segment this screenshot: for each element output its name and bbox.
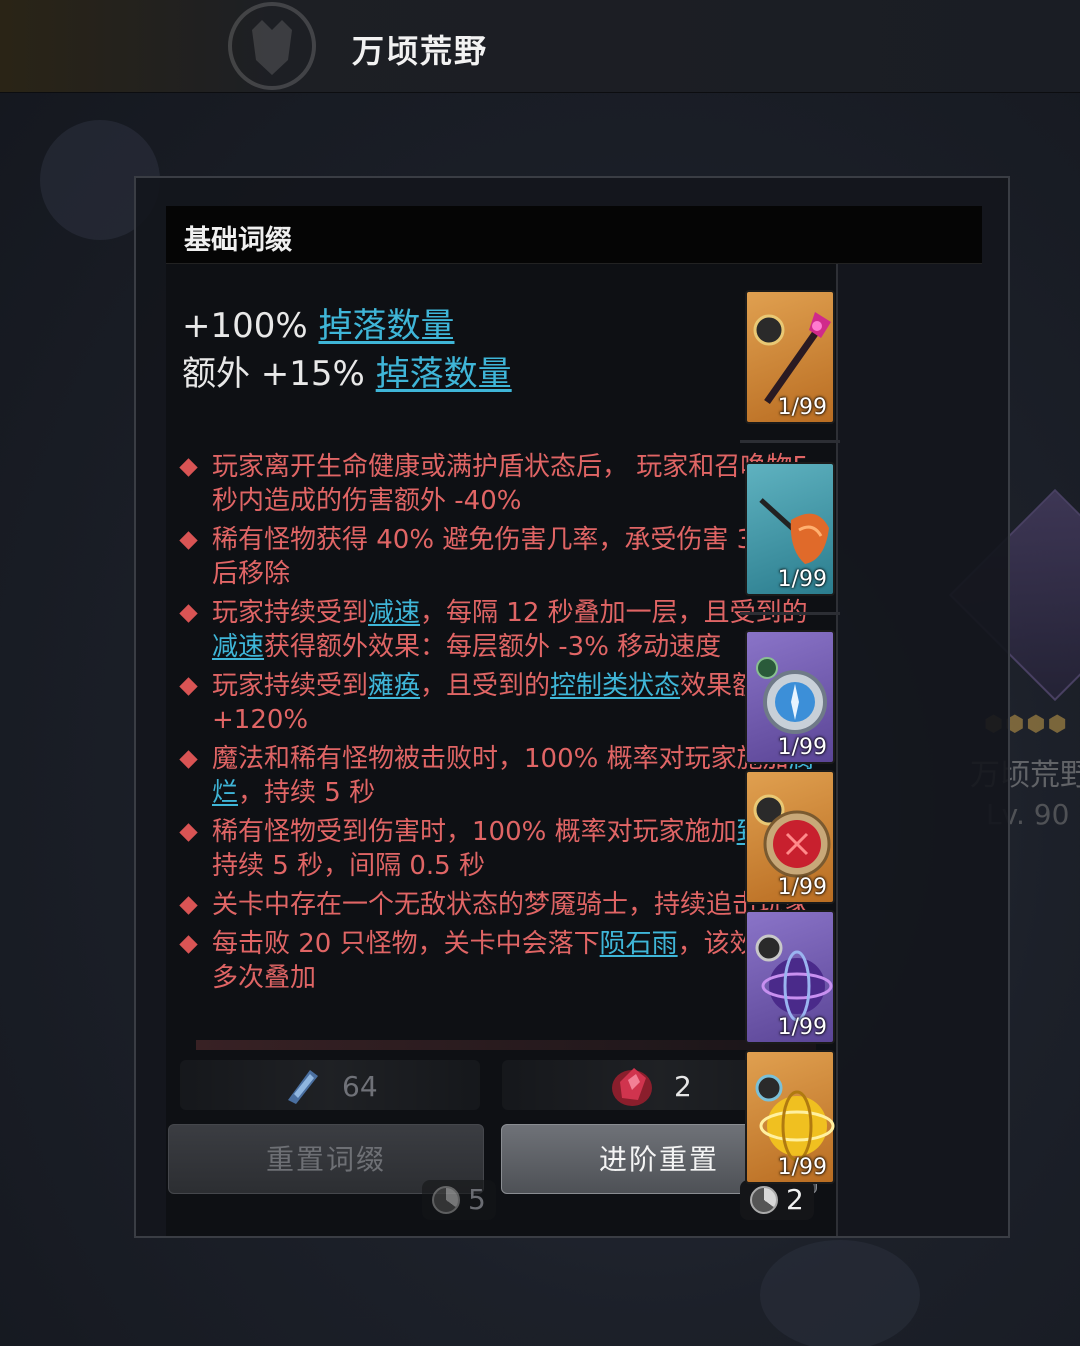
advanced-reset-cost-value: 2 [674,1070,692,1103]
diamond-bullet-icon [179,823,198,842]
diamond-bullet-icon [179,458,198,477]
item-slot[interactable]: 1/99 [745,462,835,596]
diamond-bullet-icon [179,604,198,623]
keyword-link[interactable]: 控制类状态 [550,671,680,701]
crown-emblem-icon [228,2,316,90]
diamond-bullet-icon [179,677,198,696]
main-affix-value: 额外 +15% [182,354,376,394]
item-slot[interactable]: 1/99 [745,630,835,764]
affix-line: 玩家持续受到减速，每隔 12 秒叠加一层，且受到的减速获得额外效果：每层额外 -… [179,596,820,664]
reset-cost: 64 [180,1060,480,1110]
affix-text: 获得额外效果：每层额外 -3% 移动速度 [264,632,722,662]
affix-line: 玩家离开生命健康或满护盾状态后， 玩家和召唤物5 秒内造成的伤害额外 -40% [179,450,820,518]
section-title: 基础词缀 [184,225,292,256]
affix-line: 稀有怪物获得 40% 避免伤害几率，承受伤害 30 次后移除 [179,523,820,591]
affix-line: 每击败 20 只怪物，关卡中会落下陨石雨，该效果可多次叠加 [179,927,820,995]
affix-line: 魔法和稀有怪物被击败时，100% 概率对玩家施加腐烂，持续 5 秒 [179,742,820,810]
ticket-icon [432,1186,460,1214]
affix-text: 魔法和稀有怪物被击败时，100% 概率对玩家施加 [212,744,789,774]
item-slot[interactable]: 1/99 [745,910,835,1044]
affix-text: 每击败 20 只怪物，关卡中会落下 [212,929,600,959]
item-count: 1/99 [777,1015,827,1040]
item-slot[interactable]: 1/99 [745,290,835,424]
top-bar: 万顷荒野 [0,0,1080,93]
background-blob [760,1240,920,1346]
main-affix: 额外 +15% 掉落数量 [182,346,512,395]
diamond-bullet-icon [179,896,198,915]
affix-panel: 基础词缀 +100% 掉落数量 额外 +15% 掉落数量 玩家离开生命健康或满护… [134,176,1010,1238]
keyword-link[interactable]: 掉落数量 [319,306,455,346]
affix-text: ，持续 5 秒 [238,778,376,808]
advanced-ticket-badge: 2 [740,1180,814,1220]
blue-crystal-icon [288,1070,318,1104]
affix-content: 基础词缀 +100% 掉落数量 额外 +15% 掉落数量 玩家离开生命健康或满护… [166,206,982,1236]
keyword-link[interactable]: 减速 [368,598,420,628]
affix-text: 稀有怪物获得 40% 避免伤害几率，承受伤害 30 次后移除 [212,525,804,589]
affix-line: 稀有怪物受到伤害时，100% 概率对玩家施加致残，持续 5 秒，间隔 0.5 秒 [179,815,820,883]
keyword-link[interactable]: 掉落数量 [376,354,512,394]
affix-text: 玩家持续受到 [212,598,369,628]
reset-cost-value: 64 [342,1070,378,1103]
section-header: 基础词缀 [166,206,982,264]
affix-text: 玩家离开生命健康或满护盾状态后， 玩家和召唤物5 秒内造成的伤害额外 -40% [212,452,809,516]
reset-ticket-count: 5 [468,1183,486,1216]
affix-text: 稀有怪物受到伤害时，100% 概率对玩家施加 [212,817,737,847]
keyword-link[interactable]: 瘫痪 [368,671,420,701]
affix-text: 玩家持续受到 [212,671,369,701]
affix-line: 玩家持续受到瘫痪，且受到的控制类状态效果额外 +120% [179,669,820,737]
item-count: 1/99 [777,875,827,900]
affix-line: 关卡中存在一个无敌状态的梦魇骑士，持续追击玩家 [179,888,820,922]
diamond-bullet-icon [179,750,198,769]
item-slot[interactable]: 1/99 [745,770,835,904]
item-slot[interactable]: 1/99 [745,1050,835,1184]
main-affix: +100% 掉落数量 [182,298,455,347]
diamond-bullet-icon [179,531,198,550]
diamond-bullet-icon [179,935,198,954]
red-crystal-icon [612,1068,652,1106]
item-count: 1/99 [777,567,827,592]
affix-text: ，且受到的 [420,671,551,701]
affix-overflow-hint [196,1040,816,1050]
reset-ticket-badge: 5 [422,1180,496,1220]
main-affix-value: +100% [182,306,319,346]
advanced-ticket-count: 2 [786,1183,804,1216]
item-count: 1/99 [777,735,827,760]
keyword-link[interactable]: 陨石雨 [600,929,678,959]
zone-title: 万顷荒野 [352,32,489,70]
ticket-icon [750,1186,778,1214]
affix-text: 关卡中存在一个无敌状态的梦魇骑士，持续追击玩家 [212,890,811,920]
keyword-link[interactable]: 减速 [212,632,264,662]
affix-list: 玩家离开生命健康或满护盾状态后， 玩家和召唤物5 秒内造成的伤害额外 -40% 稀… [179,450,820,1000]
item-divider [740,612,840,615]
item-divider [740,440,840,443]
item-count: 1/99 [777,395,827,420]
item-count: 1/99 [777,1155,827,1180]
